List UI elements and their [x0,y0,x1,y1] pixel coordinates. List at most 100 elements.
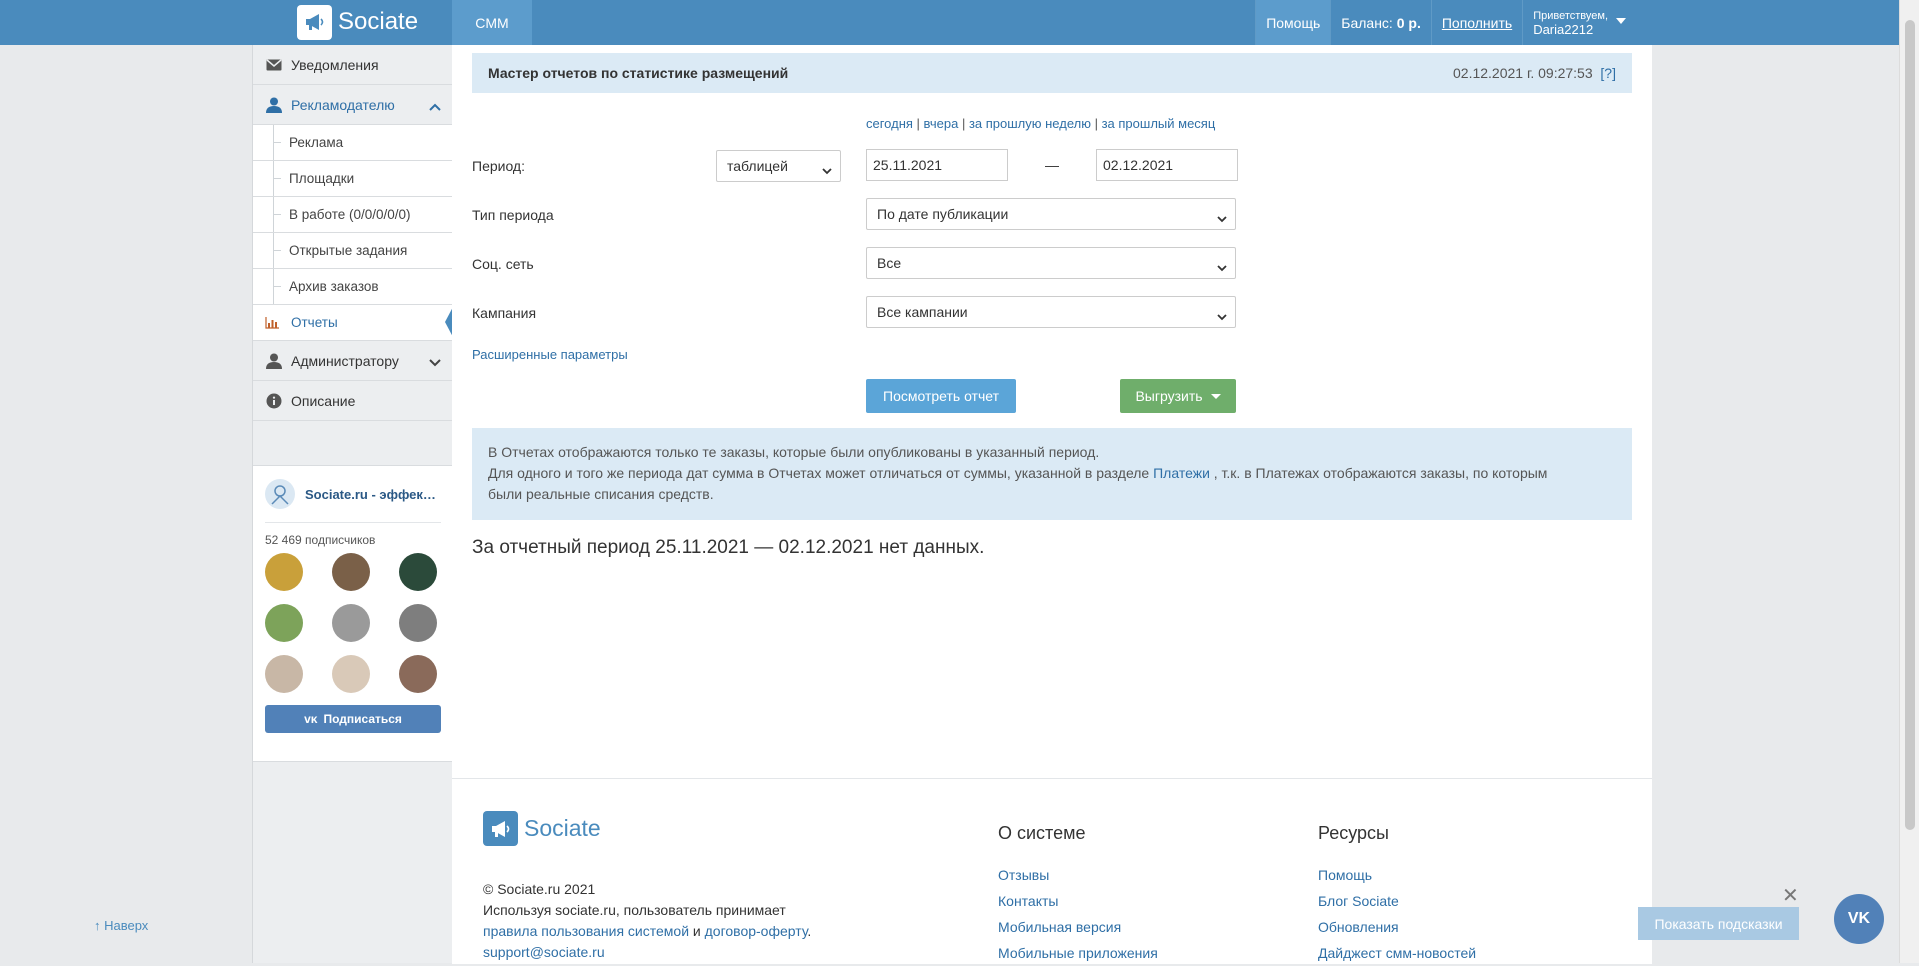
show-hints-button[interactable]: Показать подсказки [1638,907,1799,940]
date-range-dash: — [1045,157,1059,173]
sidebar-item-label: Уведомления [291,56,379,73]
quick-last-week[interactable]: за прошлую неделю [969,116,1091,131]
sidebar-subitem-in-progress[interactable]: В работе (0/0/0/0/0) [253,197,453,233]
vk-subscriber-count: 52 469 подписчиков [265,533,376,547]
help-link[interactable]: [?] [1600,65,1616,81]
vk-logo-icon: VK [1847,910,1871,927]
vk-subscriber-avatar[interactable] [265,553,303,591]
date-from-input[interactable]: 25.11.2021 [866,149,1008,181]
vk-subscriber-avatar[interactable] [265,655,303,693]
network-value: Все [877,255,902,271]
vk-subscriber-avatars [253,553,453,693]
vk-community-name[interactable]: Sociate.ru - эффективная реклама [305,487,440,502]
balance-label: Баланс: [1341,14,1393,31]
top-right-menu: Помощь Баланс: 0 р. Пополнить Приветству… [1255,0,1634,45]
balance-value: 0 р. [1396,14,1421,31]
username: Daria2212 [1533,21,1594,37]
info-line-2-post: , т.к. в Платежах отображаются заказы, п… [1209,465,1548,481]
sidebar-item-advertiser[interactable]: Рекламодателю [253,85,453,125]
close-hints-icon[interactable]: ✕ [1782,883,1799,908]
chevron-up-icon[interactable] [429,98,441,114]
sidebar-item-label: Описание [291,392,356,409]
main-content: Мастер отчетов по статистике размещений … [452,45,1652,966]
vk-subscriber-avatar[interactable] [265,604,303,642]
sidebar-item-notifications[interactable]: Уведомления [253,45,453,85]
chevron-down-icon [1217,308,1227,324]
network-select[interactable]: Все [866,247,1236,279]
info-line-3: были реальные списания средств. [488,486,714,502]
user-menu[interactable]: Приветствуем, Daria2212 [1522,0,1634,45]
footer-brand-logo[interactable]: Sociate [483,811,601,846]
footer-brand-name: Sociate [524,815,601,841]
support-email[interactable]: support@sociate.ru [483,944,605,960]
chevron-down-icon[interactable] [429,354,441,370]
terms-link[interactable]: правила пользования системой [483,923,689,939]
footer-link-mobile[interactable]: Мобильная версия [998,914,1158,940]
back-to-top-link[interactable]: ↑ Наверх [94,918,148,933]
scrollbar[interactable] [1899,0,1919,963]
help-button[interactable]: Помощь [1255,0,1331,45]
topup-link[interactable]: Пополнить [1430,0,1522,45]
view-mode-select[interactable]: таблицей [716,150,841,182]
export-label: Выгрузить [1135,388,1203,404]
vk-subscriber-avatar[interactable] [399,655,437,693]
brand-logo[interactable]: Sociate [297,4,418,40]
terms-and: и [689,923,705,939]
campaign-value: Все кампании [877,304,968,320]
footer-link-digest[interactable]: Дайджест смм-новостей [1318,940,1476,966]
vk-subscriber-avatar[interactable] [332,655,370,693]
quick-last-month[interactable]: за прошлый месяц [1102,116,1216,131]
sidebar-subitem-open-tasks[interactable]: Открытые задания [253,233,453,269]
footer-link-contacts[interactable]: Контакты [998,888,1158,914]
vk-subscribe-label: Подписаться [323,712,402,726]
vk-subscriber-avatar[interactable] [399,553,437,591]
user-icon [265,96,283,114]
period-label: Период: [472,158,525,174]
footer-link-blog[interactable]: Блог Sociate [1318,888,1476,914]
chevron-down-icon [1217,210,1227,226]
vk-logo-icon: ᴠᴋ [304,712,318,726]
sidebar-item-description[interactable]: Описание [253,381,453,421]
offer-link[interactable]: договор-оферту [705,923,808,939]
period-type-value: По дате публикации [877,206,1009,222]
megaphone-icon [483,811,518,846]
sidebar-subitem-archive[interactable]: Архив заказов [253,269,453,305]
envelope-icon [265,56,283,74]
copyright-text: © Sociate.ru 2021 [483,881,596,897]
brand-name: Sociate [338,8,419,35]
nav-smm[interactable]: CMM [452,0,532,45]
vk-subscriber-avatar[interactable] [399,604,437,642]
scrollbar-thumb[interactable] [1905,20,1915,830]
campaign-label: Кампания [472,305,537,321]
footer-resources: Ресурсы Помощь Блог Sociate Обновления Д… [1318,823,1476,966]
footer-link-help[interactable]: Помощь [1318,862,1476,888]
view-report-button[interactable]: Посмотреть отчет [866,379,1016,413]
advanced-params-link[interactable]: Расширенные параметры [472,347,628,362]
sidebar-item-admin[interactable]: Администратору [253,341,453,381]
chevron-down-icon [1217,259,1227,275]
footer-link-apps[interactable]: Мобильные приложения [998,940,1158,966]
campaign-select[interactable]: Все кампании [866,296,1236,328]
info-line-1: В Отчетах отображаются только те заказы,… [488,444,1100,460]
export-button[interactable]: Выгрузить [1120,379,1236,413]
timestamp-value: 02.12.2021 г. 09:27:53 [1453,65,1593,81]
sidebar-subitem-ads[interactable]: Реклама [253,125,453,161]
balance: Баланс: 0 р. [1330,0,1431,45]
sidebar-subitem-reports[interactable]: Отчеты [253,305,454,341]
vk-subscribe-button[interactable]: ᴠᴋ Подписаться [265,705,441,733]
payments-link[interactable]: Платежи [1153,465,1210,481]
quick-yesterday[interactable]: вчера [924,116,959,131]
vk-subscriber-avatar[interactable] [332,604,370,642]
footer-link-updates[interactable]: Обновления [1318,914,1476,940]
period-type-select[interactable]: По дате публикации [866,198,1236,230]
vk-community-header[interactable]: Sociate.ru - эффективная реклама [265,466,441,523]
terms-links: правила пользования системой и договор-о… [483,921,811,942]
footer-link-reviews[interactable]: Отзывы [998,862,1158,888]
vk-chat-button[interactable]: VK [1834,894,1884,944]
date-to-input[interactable]: 02.12.2021 [1096,149,1238,181]
sidebar-subitem-platforms[interactable]: Площадки [253,161,453,197]
period-type-label: Тип периода [472,207,554,223]
quick-today[interactable]: сегодня [866,116,913,131]
sidebar-item-label: Администратору [291,352,399,369]
vk-subscriber-avatar[interactable] [332,553,370,591]
